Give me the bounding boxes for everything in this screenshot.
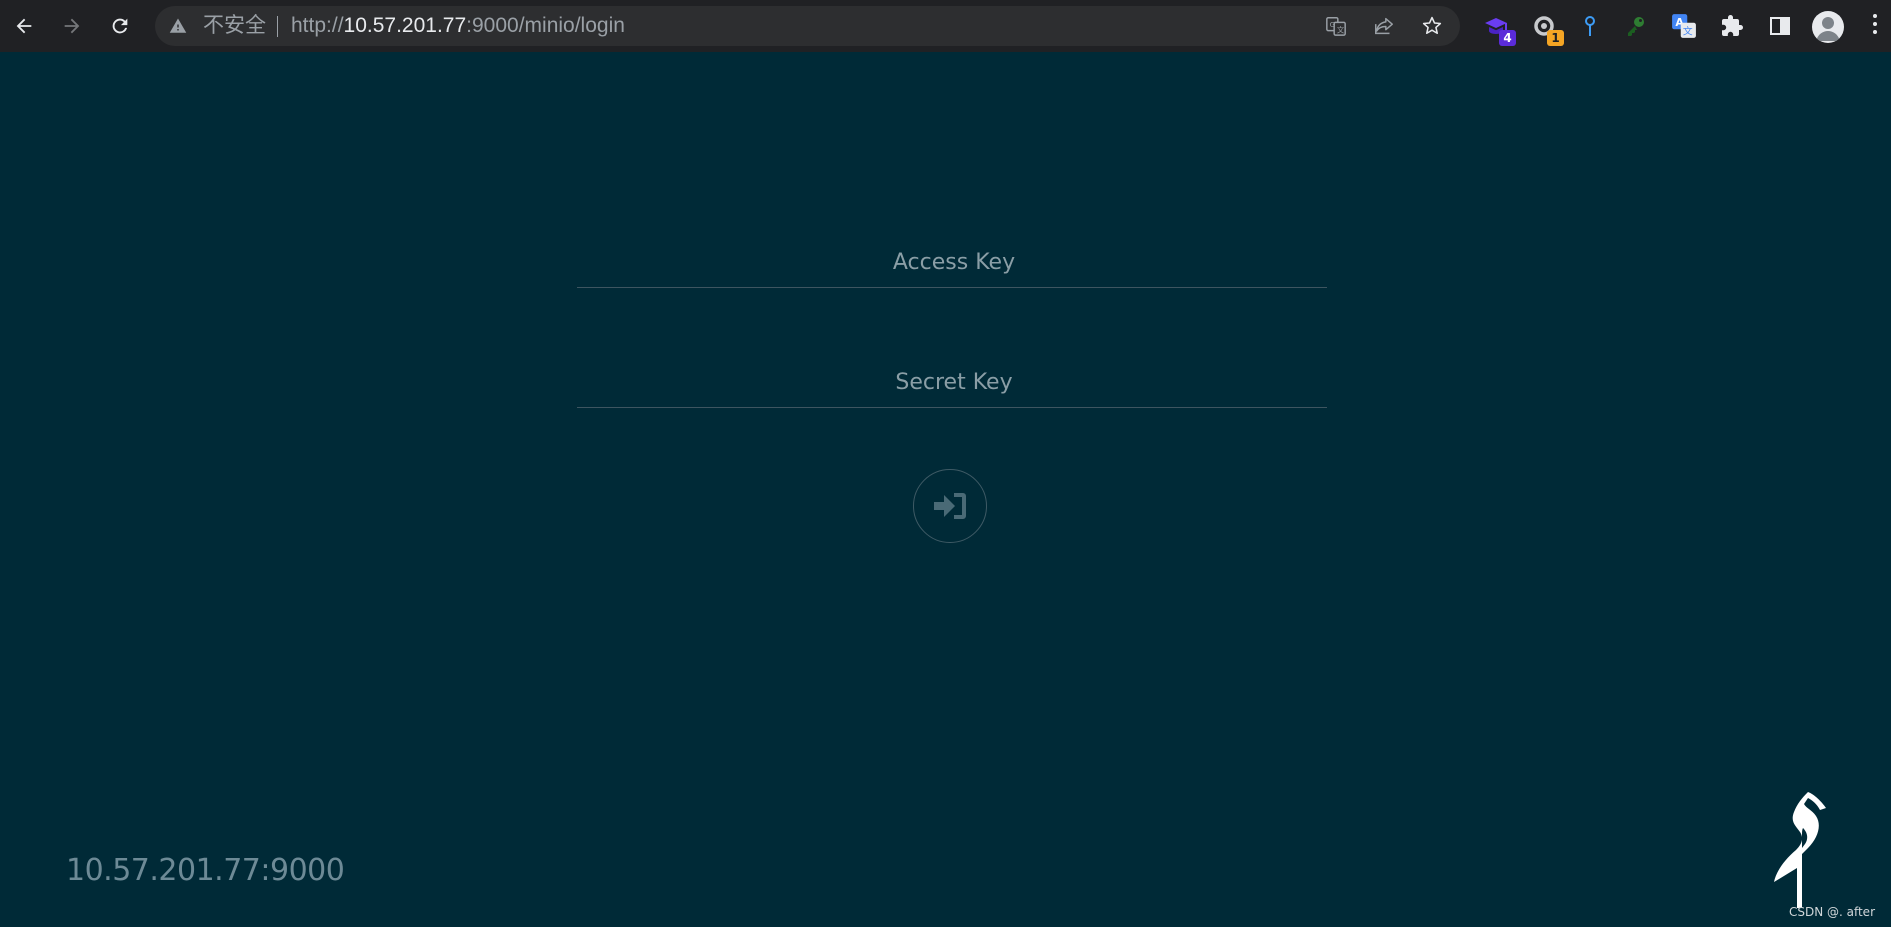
secret-key-field: [577, 356, 1331, 409]
reload-button[interactable]: [104, 10, 136, 42]
extension-loop-button[interactable]: 1: [1530, 12, 1564, 46]
dot: [1873, 30, 1877, 34]
google-translate-icon: A文: [1672, 14, 1696, 38]
url-scheme: http://: [291, 14, 344, 37]
secret-key-input[interactable]: [577, 356, 1331, 409]
access-key-input[interactable]: [577, 236, 1331, 289]
dot: [1873, 14, 1877, 18]
not-secure-label[interactable]: 不安全: [203, 6, 266, 46]
url-text[interactable]: http://10.57.201.77:9000/minio/login: [291, 6, 625, 46]
sign-in-icon: [934, 493, 966, 519]
side-panel-button[interactable]: [1766, 12, 1794, 40]
extension-key-button[interactable]: [1622, 12, 1650, 40]
side-panel-icon: [1770, 17, 1790, 35]
browser-toolbar: 不安全 http://10.57.201.77:9000/minio/login…: [0, 0, 1891, 52]
login-button[interactable]: [913, 469, 987, 543]
server-host-label: 10.57.201.77:9000: [66, 853, 345, 888]
svg-text:文: 文: [1337, 25, 1345, 34]
profile-avatar[interactable]: [1812, 11, 1844, 43]
user-icon: [1816, 17, 1840, 41]
url-path: :9000/minio/login: [466, 14, 625, 37]
address-divider: [277, 16, 278, 37]
minio-logo: [1770, 790, 1834, 915]
share-icon[interactable]: [1371, 13, 1397, 39]
forward-button[interactable]: [56, 10, 88, 42]
extensions-menu-button[interactable]: [1718, 12, 1746, 40]
svg-text:G: G: [1330, 20, 1336, 29]
key-icon: [1628, 17, 1644, 36]
extension-pin-button[interactable]: [1576, 12, 1604, 40]
map-pin-icon: [1585, 16, 1595, 36]
address-bar[interactable]: 不安全 http://10.57.201.77:9000/minio/login…: [155, 6, 1460, 46]
browser-menu-button[interactable]: [1872, 14, 1878, 38]
warning-icon[interactable]: [169, 17, 187, 40]
extension-badge: 1: [1547, 30, 1564, 46]
translate-icon[interactable]: G文: [1323, 13, 1349, 39]
svg-text:文: 文: [1683, 25, 1693, 38]
back-button[interactable]: [8, 10, 40, 42]
extension-purple-button[interactable]: 4: [1482, 12, 1516, 46]
watermark-text: CSDN @. after: [1788, 905, 1875, 919]
arrow-right-icon: [64, 18, 80, 34]
extension-badge: 4: [1499, 30, 1516, 46]
arrow-left-icon: [16, 18, 32, 34]
reload-icon: [112, 18, 128, 34]
access-key-field: [577, 236, 1331, 289]
dot: [1873, 22, 1877, 26]
extension-translate-button[interactable]: A文: [1670, 12, 1698, 40]
bookmark-star-icon[interactable]: [1419, 13, 1445, 39]
url-host: 10.57.201.77: [343, 14, 467, 37]
puzzle-icon: [1722, 15, 1743, 36]
